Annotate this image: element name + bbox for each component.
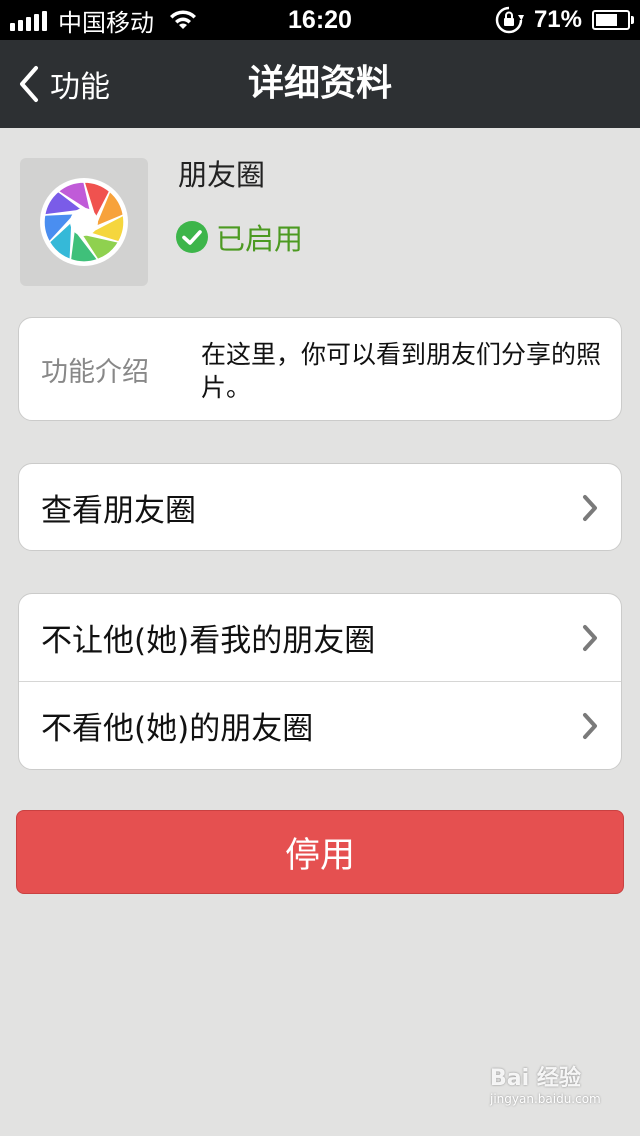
- navigation-bar: 功能 详细资料: [0, 40, 640, 128]
- privacy-card: 不让他(她)看我的朋友圈 不看他(她)的朋友圈: [18, 593, 622, 770]
- block-them-viewing-label: 不让他(她)看我的朋友圈: [41, 623, 376, 659]
- battery-icon: [592, 10, 634, 30]
- block-them-viewing-row[interactable]: 不让他(她)看我的朋友圈: [19, 594, 621, 681]
- chevron-right-icon: [583, 624, 597, 651]
- chevron-left-icon: [20, 66, 38, 102]
- description-label: 功能介绍: [41, 356, 149, 388]
- view-moments-row[interactable]: 查看朋友圈: [19, 464, 621, 551]
- view-moments-card: 查看朋友圈: [18, 463, 622, 551]
- view-moments-label: 查看朋友圈: [41, 493, 196, 529]
- battery-percent: 71%: [533, 6, 582, 33]
- app-status: 已启用: [176, 216, 303, 258]
- description-card: 功能介绍 在这里，你可以看到朋友们分享的照片。: [18, 317, 622, 421]
- aperture-graphic: [40, 178, 128, 266]
- watermark-sub: jingyan.baidu.com: [490, 1092, 601, 1106]
- back-label: 功能: [50, 70, 110, 105]
- moments-aperture-icon: [20, 158, 148, 286]
- description-text: 在这里，你可以看到朋友们分享的照片。: [201, 340, 602, 402]
- chevron-right-icon: [583, 494, 597, 521]
- status-text: 已启用: [216, 222, 304, 256]
- watermark-main: Bai 经验: [490, 1066, 581, 1091]
- hide-their-moments-row[interactable]: 不看他(她)的朋友圈: [19, 682, 621, 769]
- status-bar: 中国移动 16:20 71%: [0, 0, 640, 40]
- check-circle-icon: [176, 221, 208, 253]
- hide-their-moments-label: 不看他(她)的朋友圈: [41, 711, 314, 747]
- rotation-lock-icon: [495, 6, 524, 34]
- status-right: 71%: [494, 0, 634, 40]
- back-button[interactable]: 功能: [18, 40, 110, 128]
- baidu-jingyan-watermark: Bai 经验 jingyan.baidu.com: [490, 1060, 630, 1120]
- disable-button[interactable]: 停用: [16, 810, 624, 894]
- app-name: 朋友圈: [178, 158, 266, 192]
- battery-fill: [596, 14, 618, 26]
- chevron-right-icon: [583, 712, 597, 739]
